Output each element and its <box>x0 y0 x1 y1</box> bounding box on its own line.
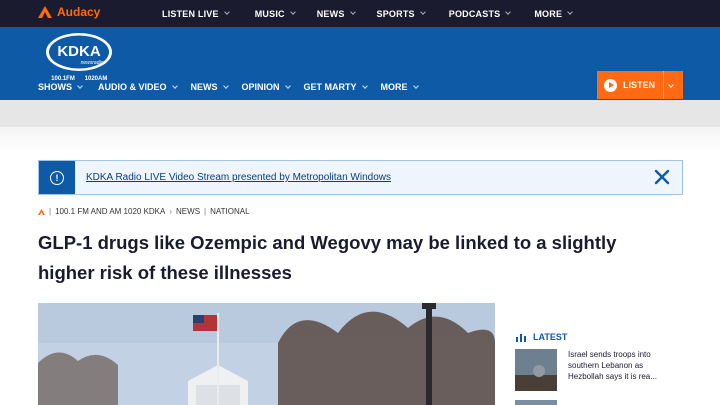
nav-label: OPINION <box>241 82 280 92</box>
network-nav: LISTEN LIVE MUSIC NEWS SPORTS PODCASTS M… <box>162 0 574 27</box>
nav-label: SHOWS <box>38 82 73 92</box>
alert-icon-box: ! <box>39 161 75 194</box>
topnav-news[interactable]: NEWS <box>316 8 356 19</box>
audacy-a-icon <box>38 208 45 215</box>
chevron-down-icon <box>284 82 291 89</box>
breadcrumb-separator: › <box>169 207 173 216</box>
latest-label: LATEST <box>533 332 568 342</box>
close-icon[interactable] <box>654 169 670 185</box>
hero-image <box>38 303 495 405</box>
logo-wordmark: KDKA <box>57 43 100 60</box>
nav-label: MORE <box>380 82 408 92</box>
breadcrumb-source[interactable]: 100.1 FM AND AM 1020 KDKA <box>55 207 165 216</box>
nav-get-marty[interactable]: GET MARTY <box>303 82 368 92</box>
story-thumbnail[interactable] <box>515 400 557 405</box>
chevron-down-icon <box>171 82 178 89</box>
topnav-label: MUSIC <box>254 8 285 19</box>
live-stream-alert: ! KDKA Radio LIVE Video Stream presented… <box>38 160 683 195</box>
nav-label: NEWS <box>190 82 218 92</box>
article-headline: GLP-1 drugs like Ozempic and Wegovy may … <box>38 232 617 283</box>
network-top-bar: Audacy LISTEN LIVE MUSIC NEWS SPORTS POD… <box>0 0 720 27</box>
listen-button[interactable]: LISTEN <box>597 71 683 99</box>
topnav-label: PODCASTS <box>448 8 501 19</box>
nav-news[interactable]: NEWS <box>190 82 229 92</box>
breadcrumb-national[interactable]: NATIONAL <box>210 207 249 216</box>
nav-shows[interactable]: SHOWS <box>38 82 83 92</box>
nav-label: GET MARTY <box>303 82 357 92</box>
info-icon: ! <box>50 170 64 185</box>
nav-label: AUDIO & VIDEO <box>98 82 167 92</box>
topnav-sports[interactable]: SPORTS <box>376 8 426 19</box>
chevron-down-icon <box>289 9 296 15</box>
ad-banner-shadow <box>0 127 720 151</box>
bar-chart-icon <box>516 333 526 342</box>
chevron-down-icon <box>505 9 512 15</box>
breadcrumb-separator: | <box>49 207 52 216</box>
brand-name: Audacy <box>57 5 101 19</box>
nav-more[interactable]: MORE <box>380 82 419 92</box>
breadcrumb-separator: | <box>204 207 207 216</box>
latest-section-header: LATEST <box>516 332 567 342</box>
latest-story[interactable]: Israel sends troops into southern Lebano… <box>515 349 678 391</box>
audacy-logo[interactable]: Audacy <box>38 5 100 19</box>
topnav-listen-live[interactable]: LISTEN LIVE <box>162 8 230 19</box>
chevron-down-icon <box>361 82 368 89</box>
logo-subtitle: newsradio <box>81 60 104 66</box>
chevron-down-icon[interactable] <box>668 82 674 88</box>
listen-divider <box>663 71 664 99</box>
topnav-label: SPORTS <box>376 8 415 19</box>
topnav-label: MORE <box>534 8 563 19</box>
alert-link[interactable]: KDKA Radio LIVE Video Stream presented b… <box>86 172 391 183</box>
topnav-podcasts[interactable]: PODCASTS <box>448 8 512 19</box>
play-icon <box>604 78 617 92</box>
nav-audio-video[interactable]: AUDIO & VIDEO <box>98 82 178 92</box>
ad-banner-area <box>0 100 720 127</box>
nav-opinion[interactable]: OPINION <box>241 82 291 92</box>
topnav-label: NEWS <box>316 8 345 19</box>
chevron-down-icon <box>349 9 356 15</box>
chevron-down-icon <box>567 9 574 15</box>
topnav-more[interactable]: MORE <box>534 8 574 19</box>
chevron-down-icon <box>222 82 229 89</box>
station-nav: SHOWS AUDIO & VIDEO NEWS OPINION GET MAR… <box>38 82 419 92</box>
audacy-a-icon <box>38 6 52 18</box>
chevron-down-icon <box>412 82 419 89</box>
chevron-down-icon <box>77 82 83 89</box>
topnav-label: LISTEN LIVE <box>162 8 219 19</box>
story-title[interactable]: Israel sends troops into southern Lebano… <box>568 349 678 391</box>
topnav-music[interactable]: MUSIC <box>254 8 296 19</box>
chevron-down-icon <box>223 9 230 15</box>
breadcrumb: | 100.1 FM AND AM 1020 KDKA › NEWS | NAT… <box>38 207 250 216</box>
chevron-down-icon <box>419 9 426 15</box>
listen-label: LISTEN <box>623 80 656 90</box>
breadcrumb-news[interactable]: NEWS <box>176 207 200 216</box>
kdka-logo[interactable]: KDKA newsradio 100.1FM 1020AM <box>44 31 116 83</box>
story-thumbnail <box>515 349 557 391</box>
